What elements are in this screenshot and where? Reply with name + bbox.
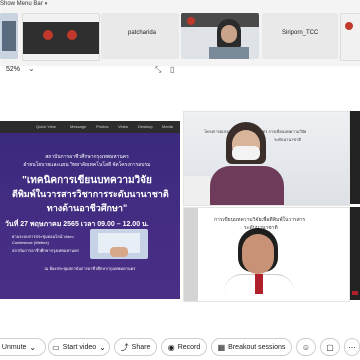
- share-tool-quick-view[interactable]: Quick View: [36, 124, 56, 129]
- record-label: Record: [177, 343, 201, 351]
- reactions-button[interactable]: ☺: [296, 338, 316, 356]
- breakout-sessions-button[interactable]: ▦ Breakout sessions: [211, 338, 292, 356]
- layout-icon[interactable]: ▯: [170, 65, 174, 74]
- right-slide-line-2: ระดับนานาชาติ: [274, 137, 301, 142]
- participant-name: patcharida: [128, 30, 157, 36]
- video-camera-icon: ▭: [52, 342, 60, 352]
- participant-thumbnail-patcharida[interactable]: patcharida: [101, 13, 179, 59]
- right-slide-line-3: การเขียนบทความวิจัยเพื่อตีพิมพ์ในวารสาร: [214, 217, 306, 223]
- share-button[interactable]: ⤴ Share: [114, 338, 157, 356]
- more-icon: ⋯: [348, 342, 356, 352]
- zoom-out-icon[interactable]: ⌄: [28, 64, 35, 73]
- slide-note-1: ผ่านระบบการประชุมออนไลน์ Video Conferenc…: [12, 234, 74, 245]
- slide-title-2: ตีพิมพ์ในวารสารวิชาการระดับนานาชาติ: [12, 189, 169, 199]
- captions-button[interactable]: ▢: [320, 338, 340, 356]
- breakout-label: Breakout sessions: [228, 343, 286, 351]
- reaction-icon: ☺: [301, 342, 311, 352]
- video-tile-partial-1[interactable]: [350, 111, 360, 204]
- participant-thumbnail-2[interactable]: [22, 13, 100, 61]
- unmute-button[interactable]: Unmute ⌄: [0, 338, 46, 356]
- slide-footer: ณ ห้องประชุมสถาบันการอาชีวศึกษากรุงเทพมห…: [44, 266, 136, 271]
- video-tile-participant[interactable]: การเขียนบทความวิจัยเพื่อตีพิมพ์ในวารสาร …: [183, 207, 350, 302]
- more-options-button[interactable]: ⋯: [344, 338, 360, 356]
- chevron-down-icon: ⌄: [99, 342, 106, 352]
- breakout-icon: ▦: [217, 342, 226, 352]
- start-video-label: Start video: [62, 343, 97, 351]
- show-menu-bar-label: Show Menu Bar: [0, 1, 43, 7]
- share-icon: ⤴: [120, 342, 129, 352]
- chevron-down-icon: ▾: [44, 1, 48, 7]
- share-tool-desktop[interactable]: Desktop: [138, 124, 153, 129]
- slide-line-1: สถาบันการอาชีวศึกษากรุงเทพมหานคร: [45, 154, 129, 160]
- start-video-button[interactable]: ▭ Start video ⌄: [48, 338, 110, 356]
- slide-title-3: ทางด้านอาชีวศึกษา": [46, 203, 128, 213]
- share-tool-video[interactable]: Video: [118, 124, 128, 129]
- shared-screen[interactable]: Quick View Message Photos Video Desktop …: [0, 121, 180, 299]
- video-tile-partial-2[interactable]: [350, 207, 360, 300]
- share-tool-media[interactable]: Media: [162, 124, 173, 129]
- fit-view-icon[interactable]: ⤡: [155, 65, 161, 75]
- unmute-label: Unmute: [1, 343, 27, 351]
- zoom-level[interactable]: 52%: [6, 66, 20, 73]
- share-tool-message[interactable]: Message: [70, 124, 86, 129]
- share-label: Share: [131, 343, 151, 351]
- captions-icon: ▢: [326, 342, 334, 352]
- slide-note-2: สถาบันการอาชีวศึกษากรุงเทพมหานคร: [12, 248, 79, 253]
- show-menu-bar[interactable]: Show Menu Bar ▾: [0, 1, 47, 7]
- slide-line-2: ฝ่ายนโยบายและแผน วิทยาลัยเทคโนโลยี จัดโค…: [23, 162, 151, 168]
- face-mask: [232, 146, 260, 160]
- share-window-toolbar: Quick View Message Photos Video Desktop …: [0, 121, 180, 133]
- slide-title-1: "เทคนิคการเขียนบทความวิจัย: [22, 175, 152, 186]
- participant-thumbnail-6[interactable]: [340, 13, 360, 61]
- participant-thumbnail-1[interactable]: [0, 13, 18, 59]
- participant-name: Siriporn_TCC: [282, 30, 319, 36]
- participant-thumbnail-4[interactable]: [181, 13, 259, 59]
- participant-thumbnail-siriporn[interactable]: Siriporn_TCC: [262, 13, 338, 59]
- chevron-down-icon: ⌄: [29, 342, 37, 352]
- share-tool-photos[interactable]: Photos: [96, 124, 108, 129]
- record-icon: ◉: [167, 342, 175, 352]
- video-tile-speaker[interactable]: โครงการอบรมเชิงปฏิบัติการหลักสูตร การเขี…: [183, 111, 350, 206]
- record-button[interactable]: ◉ Record: [161, 338, 207, 356]
- slide-laptop-image: [90, 229, 148, 259]
